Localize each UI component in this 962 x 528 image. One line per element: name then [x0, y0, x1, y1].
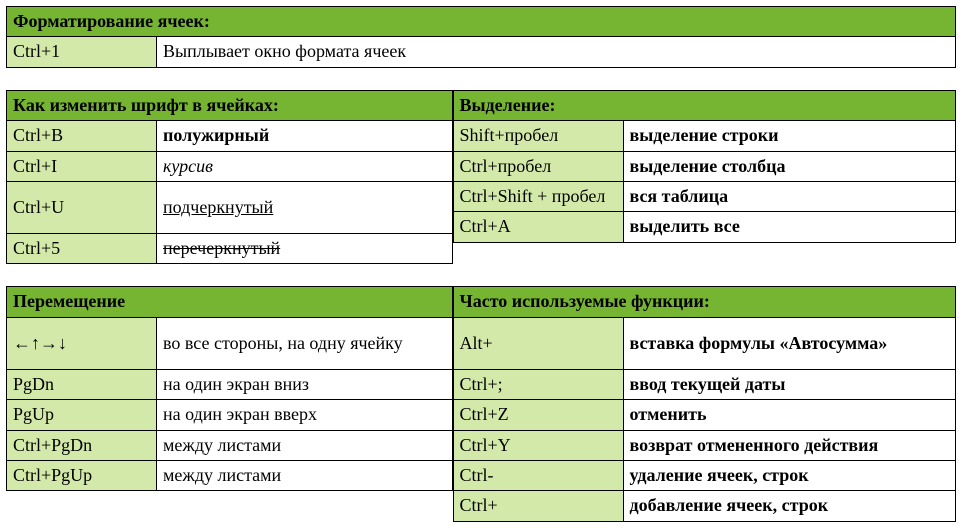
shortcut-key: Ctrl+PgDn: [7, 430, 157, 460]
shortcut-key: Ctrl+: [453, 491, 623, 521]
table-navigation: Перемещение ←↑→↓ во все стороны, на одну…: [6, 286, 453, 491]
shortcut-key: Ctrl+PgUp: [7, 460, 157, 490]
shortcut-desc: между листами: [157, 430, 453, 460]
shortcut-key: Ctrl+1: [7, 37, 157, 67]
shortcut-key: PgUp: [7, 400, 157, 430]
shortcut-desc: Выплывает окно формата ячеек: [157, 37, 956, 67]
shortcut-desc: подчеркнутый: [157, 181, 453, 233]
shortcut-key: Alt+: [453, 317, 623, 369]
shortcut-key: Ctrl+U: [7, 181, 157, 233]
shortcut-desc: на один экран вверх: [157, 400, 453, 430]
shortcut-key: Ctrl+Shift + пробел: [453, 181, 623, 211]
shortcut-desc: выделить все: [623, 212, 956, 242]
shortcut-desc: курсив: [157, 151, 453, 181]
shortcut-key: Ctrl-: [453, 460, 623, 490]
shortcut-key: Ctrl+Y: [453, 430, 623, 460]
shortcut-desc: вся таблица: [623, 181, 956, 211]
shortcut-key: PgDn: [7, 369, 157, 399]
table-font: Как изменить шрифт в ячейках: Ctrl+B пол…: [6, 90, 453, 265]
shortcut-desc: удаление ячеек, строк: [623, 460, 956, 490]
shortcut-desc: между листами: [157, 460, 453, 490]
section-title: Форматирование ячеек:: [7, 7, 956, 37]
shortcut-key: Ctrl+A: [453, 212, 623, 242]
table-functions: Часто используемые функции: Alt+ вставка…: [453, 286, 957, 521]
shortcut-desc: ввод текущей даты: [623, 369, 956, 399]
shortcut-key: ←↑→↓: [7, 317, 157, 369]
table-selection: Выделение: Shift+пробел выделение строки…: [453, 90, 957, 243]
section-title: Перемещение: [7, 287, 453, 317]
shortcut-desc: полужирный: [157, 121, 453, 151]
section-navigation-functions: Перемещение ←↑→↓ во все стороны, на одну…: [6, 286, 956, 521]
shortcut-key: Ctrl+Z: [453, 400, 623, 430]
shortcut-desc: возврат отмененного действия: [623, 430, 956, 460]
shortcut-desc: отменить: [623, 400, 956, 430]
shortcut-key: Ctrl+I: [7, 151, 157, 181]
section-title: Часто используемые функции:: [453, 287, 956, 317]
shortcut-desc: выделение столбца: [623, 151, 956, 181]
shortcut-key: Ctrl+B: [7, 121, 157, 151]
section-font-selection: Как изменить шрифт в ячейках: Ctrl+B пол…: [6, 90, 956, 265]
section-title: Выделение:: [453, 90, 956, 120]
shortcut-desc: на один экран вниз: [157, 369, 453, 399]
shortcut-key: Ctrl+5: [7, 233, 157, 263]
shortcut-desc: вставка формулы «Автосумма»: [623, 317, 956, 369]
table-formatting: Форматирование ячеек: Ctrl+1 Выплывает о…: [6, 6, 956, 68]
shortcut-key: Ctrl+пробел: [453, 151, 623, 181]
shortcut-desc: перечеркнутый: [157, 233, 453, 263]
section-title: Как изменить шрифт в ячейках:: [7, 90, 453, 120]
shortcut-key: Shift+пробел: [453, 121, 623, 151]
shortcut-desc: добавление ячеек, строк: [623, 491, 956, 521]
shortcut-desc: во все стороны, на одну ячейку: [157, 317, 453, 369]
shortcut-key: Ctrl+;: [453, 369, 623, 399]
shortcut-desc: выделение строки: [623, 121, 956, 151]
